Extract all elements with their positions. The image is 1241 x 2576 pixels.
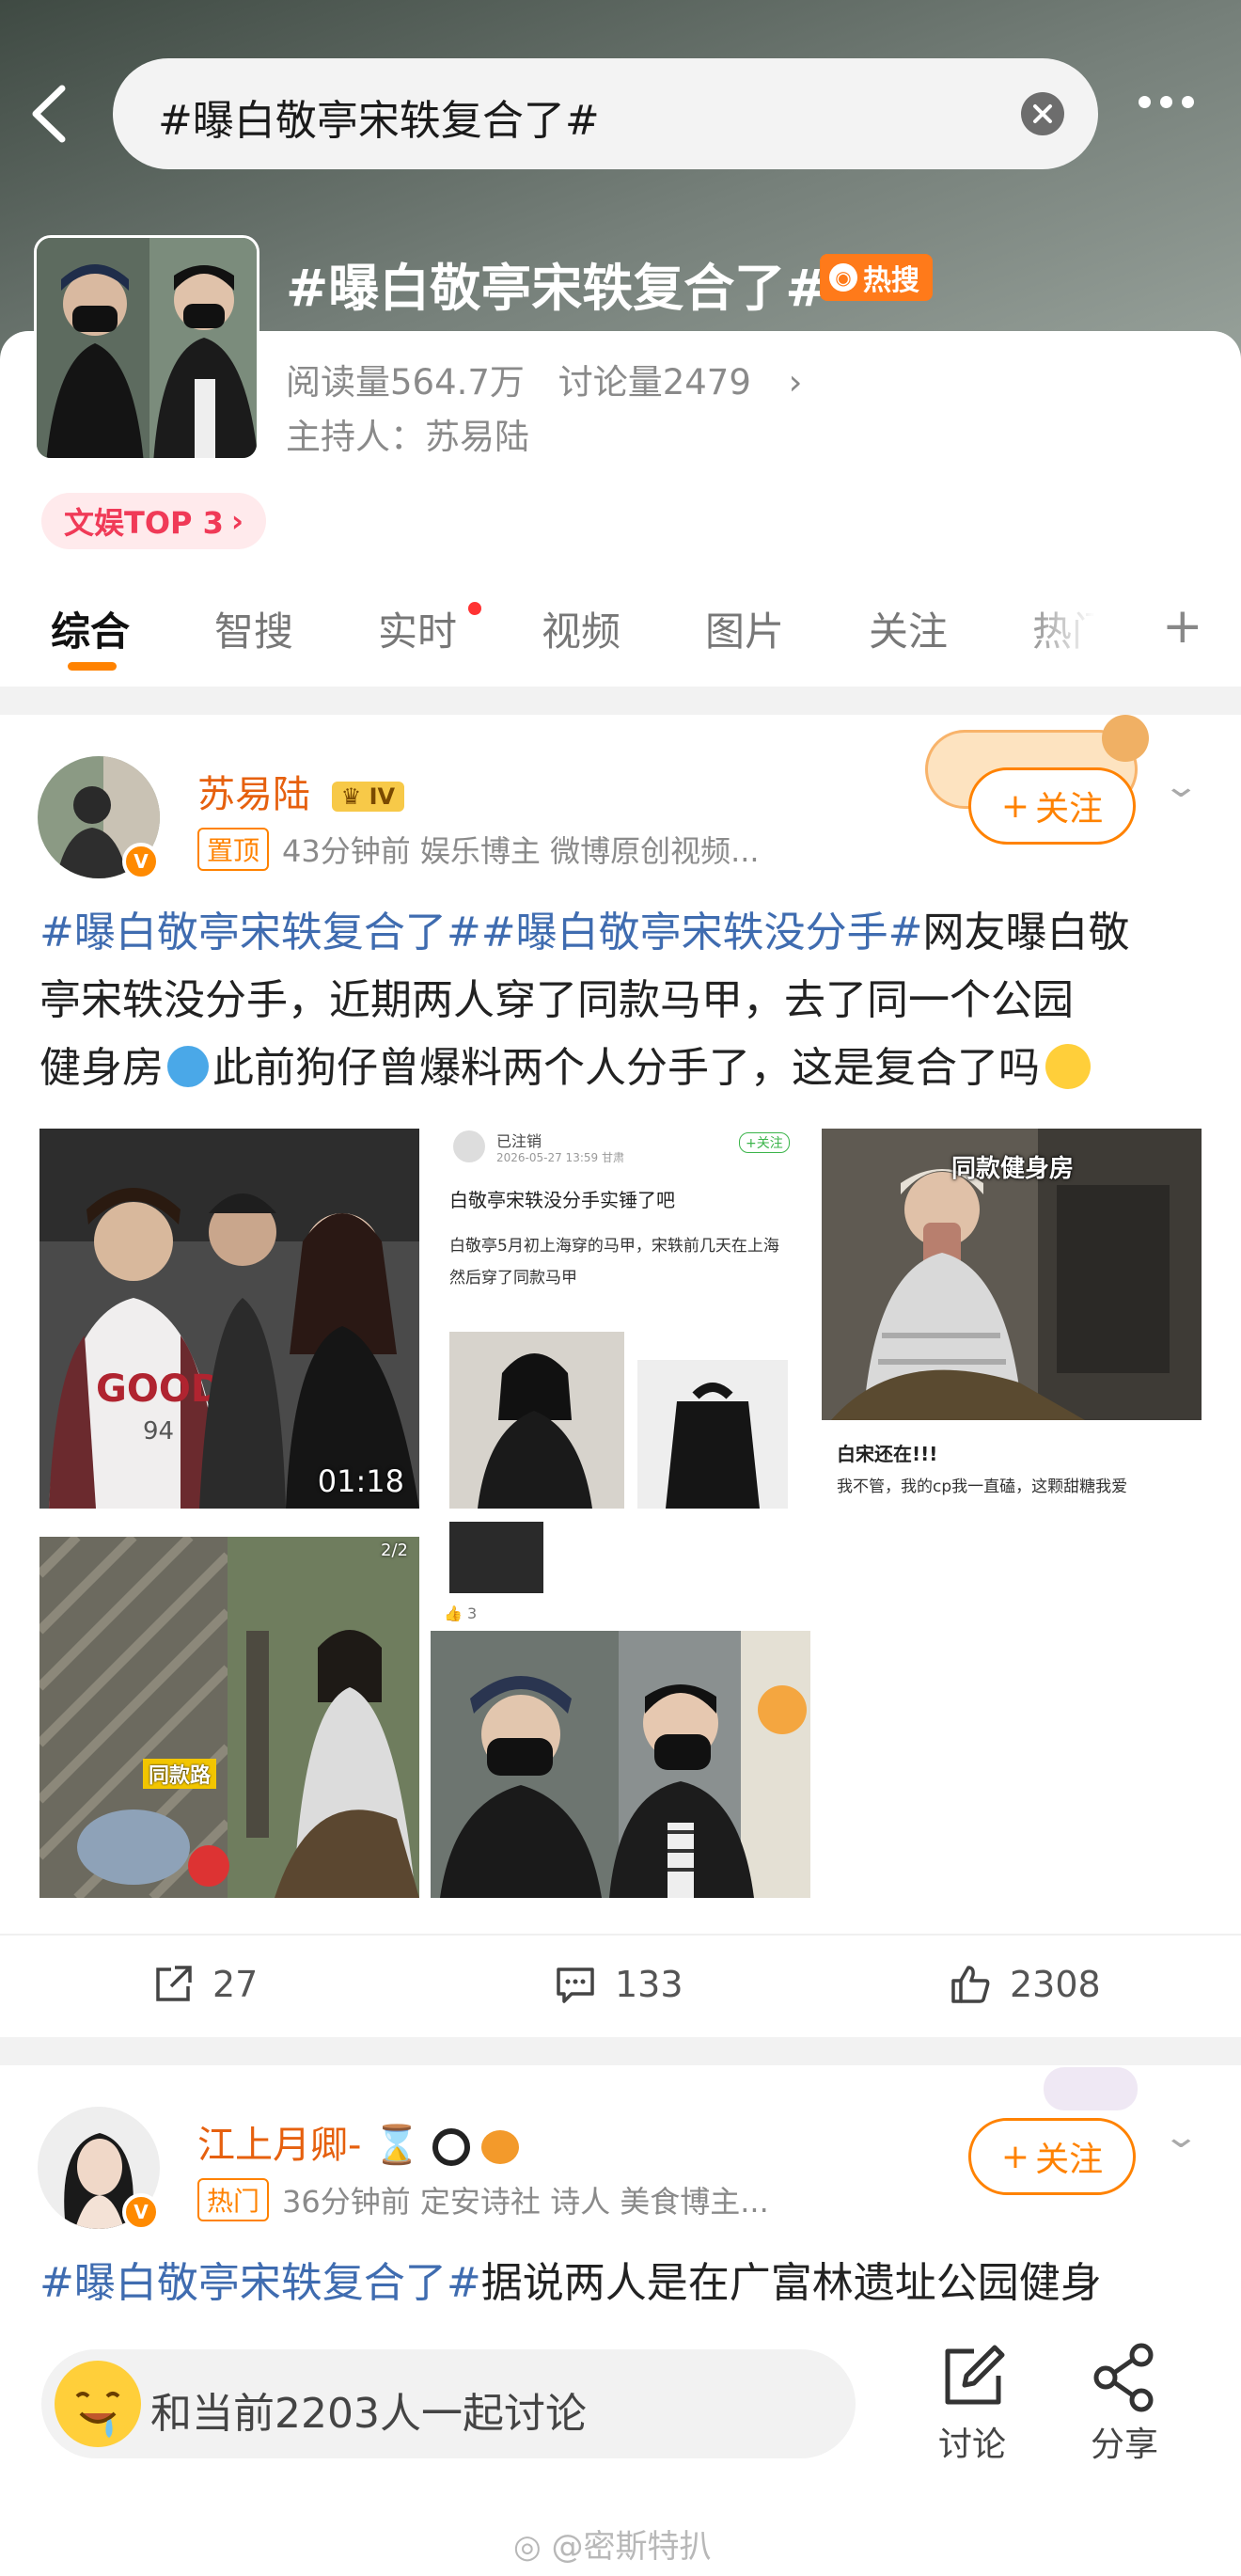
tab-following[interactable]: 关注 bbox=[869, 600, 948, 657]
more-dots-icon bbox=[1139, 96, 1151, 108]
topic-stats[interactable]: 阅读量564.7万 讨论量2479 › bbox=[286, 354, 802, 404]
discuss-input[interactable]: 和当前2203人一起讨论 bbox=[41, 2349, 856, 2458]
comment-icon bbox=[557, 1968, 594, 2003]
follow-button[interactable]: + 关注 bbox=[968, 2118, 1136, 2195]
clear-search-button[interactable] bbox=[1021, 92, 1064, 135]
hashtag-link[interactable]: #曝白敬亭宋轶没分手# bbox=[481, 909, 923, 956]
hot-tag: 热门 bbox=[197, 2178, 270, 2221]
tab-smart-search[interactable]: 智搜 bbox=[214, 600, 293, 657]
verified-badge-icon: V bbox=[122, 2193, 160, 2231]
image-overlay-text: 同款健身房 bbox=[951, 1155, 1075, 1183]
thumbs-up-icon: 👍 3 bbox=[444, 1604, 478, 1622]
back-button[interactable] bbox=[24, 81, 77, 147]
gym-selfie-image[interactable]: 同款健身房 白宋还在!!! 我不管，我的cp我一直磕，这颗甜糖我爱 bbox=[822, 1129, 1202, 1509]
tab-realtime[interactable]: 实时 bbox=[378, 600, 457, 657]
plus-icon: + bbox=[1000, 786, 1030, 826]
share-icon bbox=[1093, 2343, 1154, 2412]
post-meta: 热门 36分钟前 定安诗社 诗人 美食博主... bbox=[197, 2178, 769, 2221]
search-input[interactable]: #曝白敬亭宋轶复合了# bbox=[113, 58, 1098, 169]
edit-icon bbox=[945, 2345, 1005, 2405]
crown-level-icon: ♛ IV bbox=[331, 782, 405, 812]
post-card: V 江上月卿- ⌛ 热门 36分钟前 定安诗社 诗人 美食博主... + 关注 ⌄… bbox=[0, 2065, 1241, 2323]
fire-icon: ◉ bbox=[829, 263, 857, 292]
pufferfish-icon bbox=[481, 2130, 520, 2164]
decoration-sticker-icon bbox=[1044, 2067, 1138, 2110]
hashtag-link[interactable]: #曝白敬亭宋轶复合了# bbox=[39, 2259, 481, 2307]
verified-badge-icon: V bbox=[122, 843, 160, 880]
weibo-logo-icon: ◎ bbox=[513, 2528, 542, 2566]
rank-badge[interactable]: 文娱TOP 3 › bbox=[41, 493, 267, 549]
tab-images[interactable]: 图片 bbox=[705, 600, 784, 657]
post-meta: 置顶 43分钟前 娱乐博主 微博原创视频... bbox=[197, 828, 760, 871]
chevron-right-icon: › bbox=[230, 503, 244, 539]
pinned-tag: 置顶 bbox=[197, 828, 270, 871]
search-query: #曝白敬亭宋轶复合了# bbox=[158, 97, 600, 145]
author-name[interactable]: 苏易陆 ♛ IV bbox=[197, 764, 405, 818]
park-path-image[interactable]: 2/2 同款路 bbox=[39, 1537, 419, 1898]
drooling-emoji-icon bbox=[55, 2361, 141, 2447]
more-options-button[interactable] bbox=[1134, 94, 1205, 132]
chevron-down-icon[interactable]: ⌄ bbox=[1162, 2118, 1200, 2156]
repost-button[interactable]: 27 bbox=[152, 1964, 258, 2005]
follow-button[interactable]: + 关注 bbox=[968, 767, 1136, 845]
comment-button[interactable]: 133 bbox=[555, 1964, 683, 2005]
svg-text:94: 94 bbox=[143, 1417, 174, 1446]
notification-dot bbox=[468, 602, 481, 615]
image-overlay-text: 同款路 bbox=[143, 1759, 217, 1789]
discuss-button[interactable]: 讨论 bbox=[925, 2342, 1019, 2466]
tab-video[interactable]: 视频 bbox=[542, 600, 620, 657]
topic-host: 主持人：苏易陆 bbox=[286, 417, 529, 457]
hashtag-link[interactable]: #曝白敬亭宋轶复合了# bbox=[39, 909, 481, 956]
hourglass-icon: ⌛ bbox=[373, 2124, 420, 2167]
video-thumbnail[interactable]: GOOD 94 01:18 bbox=[39, 1129, 419, 1509]
thumbs-up-icon bbox=[951, 1966, 990, 2003]
chevron-down-icon[interactable]: ⌄ bbox=[1162, 767, 1200, 805]
post-screenshot-image[interactable]: 已注销 2026-05-27 13:59 甘肃 +关注 白敬亭宋轶没分手实锤了吧… bbox=[431, 1129, 810, 1509]
post-card: V 苏易陆 ♛ IV 置顶 43分钟前 娱乐博主 微博原创视频... + 关注 ⌄… bbox=[0, 715, 1241, 2037]
like-button[interactable]: 2308 bbox=[950, 1964, 1101, 2005]
plus-icon: + bbox=[1000, 2137, 1030, 2176]
tab-fade bbox=[1015, 577, 1128, 672]
couple-photo-image[interactable]: 👍 3 bbox=[431, 1522, 810, 1898]
tab-bar: 综合 智搜 实时 视频 图片 关注 热门 + bbox=[0, 577, 1241, 672]
panda-icon bbox=[432, 2128, 470, 2166]
author-name[interactable]: 江上月卿- ⌛ bbox=[197, 2114, 520, 2169]
chevron-right-icon: › bbox=[788, 362, 803, 403]
share-arrow-icon bbox=[156, 1966, 192, 2001]
tab-comprehensive[interactable]: 综合 bbox=[51, 600, 130, 657]
thinking-emoji-icon bbox=[1045, 1044, 1091, 1089]
video-duration: 01:18 bbox=[317, 1463, 404, 1499]
svg-text:GOOD: GOOD bbox=[96, 1367, 222, 1411]
read-count: 阅读量564.7万 bbox=[286, 362, 525, 403]
doraemon-emoji-icon bbox=[167, 1046, 209, 1087]
chevron-left-icon bbox=[32, 85, 66, 143]
active-tab-indicator bbox=[68, 662, 117, 671]
add-tab-icon[interactable]: + bbox=[1162, 598, 1203, 655]
post-actions: 27 133 2308 bbox=[0, 1934, 1241, 2037]
hot-search-badge[interactable]: ◉ 热搜 bbox=[820, 254, 933, 301]
share-button[interactable]: 分享 bbox=[1077, 2342, 1171, 2466]
doge-sticker-icon bbox=[1102, 715, 1149, 762]
close-icon bbox=[1033, 104, 1052, 123]
discuss-count: 讨论量2479 bbox=[558, 362, 751, 403]
post-text: #曝白敬亭宋轶复合了#据说两人是在广富林遗址公园健身 bbox=[39, 2259, 1102, 2307]
watermark: ◎ @密斯特扒 bbox=[513, 2528, 712, 2566]
post-text: #曝白敬亭宋轶复合了##曝白敬亭宋轶没分手#网友曝白敬 亭宋轶没分手，近期两人穿… bbox=[39, 909, 1130, 1092]
topic-title: #曝白敬亭宋轶复合了# bbox=[286, 259, 828, 318]
topic-cover-image[interactable] bbox=[34, 235, 259, 461]
